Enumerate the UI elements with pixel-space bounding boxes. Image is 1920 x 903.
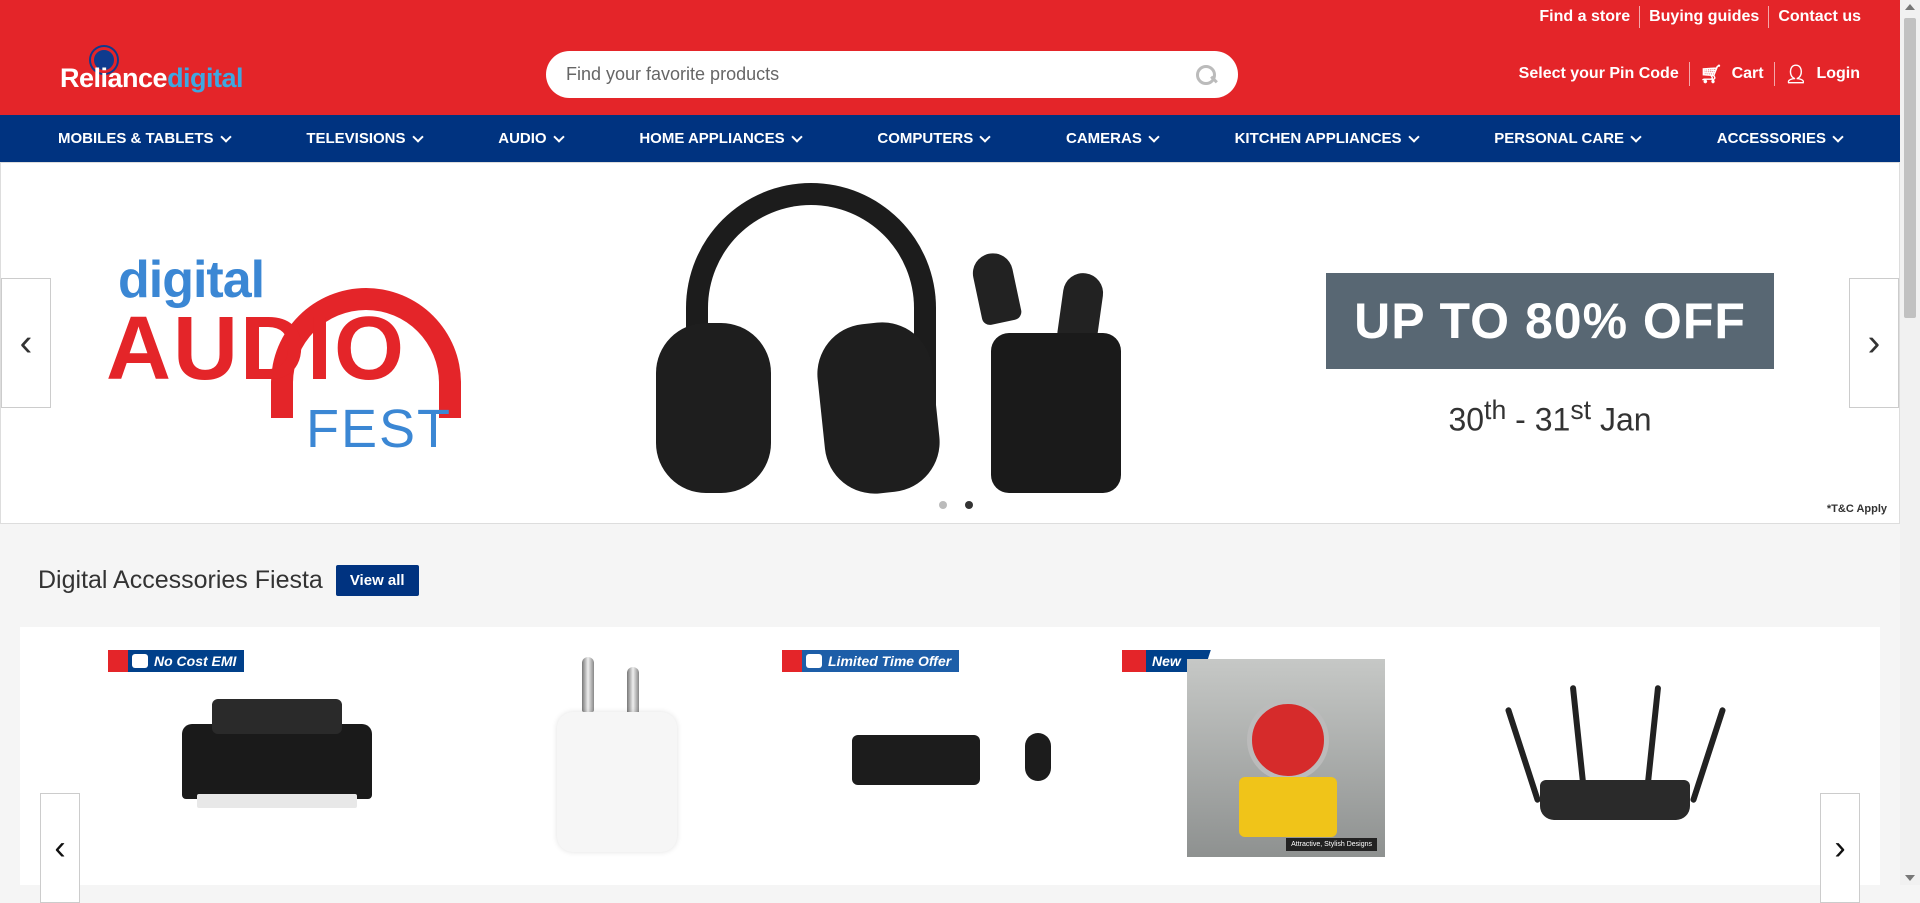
logo-text-digital: digital bbox=[167, 63, 244, 93]
chevron-left-icon: ‹ bbox=[19, 321, 33, 364]
chevron-left-icon: ‹ bbox=[54, 828, 66, 867]
fest-word-audio: AUDIO bbox=[106, 299, 406, 399]
product-printer-image[interactable] bbox=[182, 699, 372, 809]
products-prev-button[interactable]: ‹ bbox=[40, 793, 80, 903]
nav-item-audio[interactable]: AUDIO bbox=[498, 130, 565, 147]
category-nav: MOBILES & TABLETS TELEVISIONS AUDIO HOME… bbox=[0, 115, 1900, 162]
chevron-down-icon bbox=[411, 130, 424, 143]
pincode-selector[interactable]: Select your Pin Code bbox=[1509, 62, 1689, 86]
hero-banner[interactable]: ‹ › digital AUDIO FEST UP TO 80% OFF 30t… bbox=[0, 162, 1900, 524]
pincode-label: Select your Pin Code bbox=[1518, 65, 1679, 82]
nav-item-mobiles-tablets[interactable]: MOBILES & TABLETS bbox=[58, 130, 232, 147]
carousel-dot[interactable] bbox=[939, 501, 947, 509]
cart-icon: 🛒︎ bbox=[1699, 64, 1723, 84]
section-header: Digital Accessories Fiesta View all bbox=[38, 565, 419, 596]
login-label: Login bbox=[1816, 65, 1860, 82]
reliance-digital-logo[interactable]: Reliancedigital bbox=[60, 45, 250, 95]
user-icon: 👤︎ bbox=[1784, 64, 1808, 84]
chevron-down-icon bbox=[1148, 130, 1160, 143]
cart-link[interactable]: 🛒︎ Cart bbox=[1688, 62, 1774, 86]
fest-word-fest: FEST bbox=[306, 399, 453, 459]
chevron-down-icon bbox=[552, 130, 565, 143]
chevron-down-icon bbox=[790, 130, 803, 143]
scroll-up-icon[interactable] bbox=[1905, 4, 1915, 10]
section-title: Digital Accessories Fiesta bbox=[38, 566, 323, 594]
nav-item-televisions[interactable]: TELEVISIONS bbox=[306, 130, 424, 147]
product-carousel: No Cost EMI Limited Time Offer New Attra… bbox=[20, 627, 1880, 903]
contact-us-link[interactable]: Contact us bbox=[1768, 6, 1870, 28]
product-mouse-image[interactable] bbox=[1025, 733, 1051, 781]
logo-text-reliance: Reliance bbox=[60, 63, 168, 93]
product-charger-image[interactable] bbox=[547, 657, 677, 857]
badge-no-cost-emi: No Cost EMI bbox=[108, 650, 245, 672]
search-bar bbox=[546, 51, 1238, 98]
nav-item-computers[interactable]: COMPUTERS bbox=[877, 130, 991, 147]
scroll-down-icon[interactable] bbox=[1905, 875, 1915, 881]
page-scrollbar[interactable] bbox=[1900, 0, 1920, 885]
audio-fest-logo: digital AUDIO FEST bbox=[106, 248, 466, 459]
chevron-down-icon bbox=[979, 130, 991, 143]
carousel-dots bbox=[939, 501, 973, 509]
carousel-dot-active[interactable] bbox=[965, 501, 973, 509]
offer-dates: 30th - 31st Jan bbox=[1448, 395, 1652, 438]
search-input[interactable] bbox=[566, 64, 1194, 85]
products-next-button[interactable]: › bbox=[1820, 793, 1860, 903]
chevron-down-icon bbox=[1407, 130, 1420, 143]
chevron-down-icon bbox=[1832, 130, 1844, 143]
top-links: Find a store Buying guides Contact us bbox=[1530, 6, 1870, 28]
account-links: Select your Pin Code 🛒︎ Cart 👤︎ Login bbox=[1509, 62, 1870, 86]
login-link[interactable]: 👤︎ Login bbox=[1773, 62, 1870, 86]
cart-label: Cart bbox=[1731, 65, 1764, 82]
site-header: Find a store Buying guides Contact us Re… bbox=[0, 0, 1900, 115]
stand-caption: Attractive, Stylish Designs bbox=[1286, 838, 1377, 851]
scrollbar-thumb[interactable] bbox=[1904, 18, 1916, 318]
find-store-link[interactable]: Find a store bbox=[1530, 6, 1639, 28]
nav-item-kitchen-appliances[interactable]: KITCHEN APPLIANCES bbox=[1235, 130, 1420, 147]
buying-guides-link[interactable]: Buying guides bbox=[1639, 6, 1768, 28]
banner-next-button[interactable]: › bbox=[1849, 278, 1899, 408]
product-router-image[interactable] bbox=[1504, 684, 1727, 825]
chevron-down-icon bbox=[219, 130, 232, 143]
offer-banner: UP TO 80% OFF bbox=[1326, 273, 1774, 369]
product-phone-stand-image[interactable]: Attractive, Stylish Designs bbox=[1187, 659, 1385, 857]
emi-icon bbox=[132, 654, 148, 668]
badge-limited-time-offer: Limited Time Offer bbox=[782, 650, 960, 672]
terms-note: *T&C Apply bbox=[1826, 503, 1887, 515]
clock-icon bbox=[806, 654, 822, 668]
chevron-down-icon bbox=[1630, 130, 1642, 143]
chevron-right-icon: › bbox=[1834, 828, 1846, 867]
earbuds-image bbox=[961, 249, 1151, 503]
chevron-right-icon: › bbox=[1867, 321, 1881, 364]
nav-item-accessories[interactable]: ACCESSORIES bbox=[1717, 130, 1844, 147]
view-all-button[interactable]: View all bbox=[335, 565, 419, 596]
nav-item-home-appliances[interactable]: HOME APPLIANCES bbox=[639, 130, 803, 147]
nav-item-cameras[interactable]: CAMERAS bbox=[1066, 130, 1160, 147]
headphones-image bbox=[656, 183, 966, 513]
product-keyboard-image[interactable] bbox=[852, 735, 980, 785]
banner-prev-button[interactable]: ‹ bbox=[1, 278, 51, 408]
search-icon[interactable] bbox=[1194, 63, 1218, 87]
nav-item-personal-care[interactable]: PERSONAL CARE bbox=[1494, 130, 1642, 147]
